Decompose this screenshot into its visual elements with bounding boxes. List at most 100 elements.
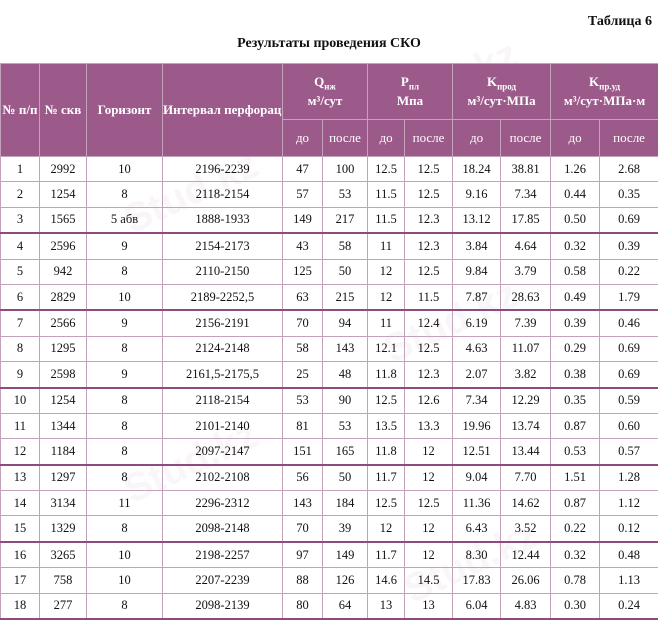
table-cell: 17.85 bbox=[501, 207, 551, 233]
header-k-spec-subscript: пр.уд bbox=[599, 82, 620, 92]
table-cell: 11.36 bbox=[453, 491, 501, 516]
table-cell: 12.5 bbox=[405, 491, 453, 516]
table-cell: 7.34 bbox=[453, 388, 501, 414]
table-cell: 1344 bbox=[40, 413, 87, 438]
table-cell: 3.82 bbox=[501, 362, 551, 388]
table-cell: 12 bbox=[368, 284, 405, 310]
table-cell: 2207-2239 bbox=[163, 568, 283, 593]
table-cell: 5 абв bbox=[87, 207, 163, 233]
header-q-unit: м³/сут bbox=[308, 93, 343, 108]
table-cell: 0.48 bbox=[600, 542, 658, 568]
table-cell: 1.12 bbox=[600, 491, 658, 516]
table-cell: 2124-2148 bbox=[163, 336, 283, 361]
table-cell: 57 bbox=[283, 182, 323, 207]
table-cell: 12.3 bbox=[405, 233, 453, 259]
table-cell: 94 bbox=[323, 310, 368, 336]
table-cell: 12.51 bbox=[453, 439, 501, 465]
table-cell: 26.06 bbox=[501, 568, 551, 593]
table-row: 10125482118-2154539012.512.67.3412.290.3… bbox=[1, 388, 658, 414]
table-cell: 143 bbox=[323, 336, 368, 361]
table-cell: 13 bbox=[1, 465, 40, 491]
table-cell: 0.39 bbox=[600, 233, 658, 259]
table-cell: 12 bbox=[405, 516, 453, 542]
table-cell: 18.24 bbox=[453, 157, 501, 182]
table-cell: 2829 bbox=[40, 284, 87, 310]
table-cell: 0.78 bbox=[551, 568, 600, 593]
table-cell: 3.84 bbox=[453, 233, 501, 259]
header-k-spec-before: до bbox=[551, 120, 600, 157]
table-cell: 215 bbox=[323, 284, 368, 310]
table-cell: 53 bbox=[283, 388, 323, 414]
table-cell: 13.3 bbox=[405, 413, 453, 438]
table-cell: 2110-2150 bbox=[163, 259, 283, 284]
table-cell: 0.60 bbox=[600, 413, 658, 438]
table-cell: 13 bbox=[405, 593, 453, 619]
table-row: 163265102198-22579714911.7128.3012.440.3… bbox=[1, 542, 658, 568]
header-p-symbol: P bbox=[401, 74, 409, 89]
table-cell: 217 bbox=[323, 207, 368, 233]
table-cell: 2156-2191 bbox=[163, 310, 283, 336]
table-cell: 2118-2154 bbox=[163, 182, 283, 207]
table-cell: 0.59 bbox=[600, 388, 658, 414]
table-cell: 58 bbox=[323, 233, 368, 259]
table-cell: 6.19 bbox=[453, 310, 501, 336]
table-cell: 2154-2173 bbox=[163, 233, 283, 259]
table-cell: 149 bbox=[323, 542, 368, 568]
table-cell: 2.68 bbox=[600, 157, 658, 182]
table-cell: 17.83 bbox=[453, 568, 501, 593]
table-cell: 7 bbox=[1, 310, 40, 336]
table-cell: 97 bbox=[283, 542, 323, 568]
table-cell: 3134 bbox=[40, 491, 87, 516]
table-cell: 2566 bbox=[40, 310, 87, 336]
table-cell: 56 bbox=[283, 465, 323, 491]
table-cell: 8 bbox=[1, 336, 40, 361]
table-cell: 126 bbox=[323, 568, 368, 593]
table-row: 8129582124-21485814312.112.54.6311.070.2… bbox=[1, 336, 658, 361]
header-k-prod-unit: м³/сут·МПа bbox=[468, 93, 536, 108]
table-cell: 90 bbox=[323, 388, 368, 414]
header-num: № п/п bbox=[1, 64, 40, 157]
table-cell: 28.63 bbox=[501, 284, 551, 310]
table-cell: 9 bbox=[87, 310, 163, 336]
table-cell: 0.39 bbox=[551, 310, 600, 336]
table-cell: 1254 bbox=[40, 388, 87, 414]
table-row: 1827782098-2139806413136.044.830.300.24 bbox=[1, 593, 658, 619]
table-cell: 53 bbox=[323, 413, 368, 438]
table-cell: 942 bbox=[40, 259, 87, 284]
table-cell: 18 bbox=[1, 593, 40, 619]
table-cell: 11 bbox=[87, 491, 163, 516]
table-cell: 12.5 bbox=[368, 388, 405, 414]
table-cell: 0.69 bbox=[600, 336, 658, 361]
table-cell: 12.5 bbox=[405, 336, 453, 361]
table-cell: 1297 bbox=[40, 465, 87, 491]
table-cell: 1565 bbox=[40, 207, 87, 233]
table-cell: 2 bbox=[1, 182, 40, 207]
table-cell: 11.07 bbox=[501, 336, 551, 361]
header-p: Pпл Мпа bbox=[368, 64, 453, 120]
table-cell: 0.44 bbox=[551, 182, 600, 207]
table-cell: 10 bbox=[87, 568, 163, 593]
table-cell: 0.69 bbox=[600, 207, 658, 233]
header-k-spec-unit: м³/сут·МПа·м bbox=[564, 93, 645, 108]
table-cell: 11.7 bbox=[368, 542, 405, 568]
table-cell: 19.96 bbox=[453, 413, 501, 438]
table-cell: 8 bbox=[87, 593, 163, 619]
table-cell: 1.51 bbox=[551, 465, 600, 491]
table-cell: 8 bbox=[87, 516, 163, 542]
header-k-spec: Kпр.уд м³/сут·МПа·м bbox=[551, 64, 658, 120]
header-k-spec-symbol: K bbox=[589, 74, 599, 89]
table-cell: 9 bbox=[87, 362, 163, 388]
table-cell: 12.6 bbox=[405, 388, 453, 414]
table-cell: 13.74 bbox=[501, 413, 551, 438]
table-row: 4259692154-217343581112.33.844.640.320.3… bbox=[1, 233, 658, 259]
table-cell: 3 bbox=[1, 207, 40, 233]
table-cell: 3265 bbox=[40, 542, 87, 568]
table-cell: 6 bbox=[1, 284, 40, 310]
table-cell: 2198-2257 bbox=[163, 542, 283, 568]
table-cell: 277 bbox=[40, 593, 87, 619]
table-cell: 11 bbox=[368, 310, 405, 336]
table-cell: 0.22 bbox=[600, 259, 658, 284]
table-cell: 0.58 bbox=[551, 259, 600, 284]
table-cell: 0.32 bbox=[551, 542, 600, 568]
table-cell: 11.8 bbox=[368, 362, 405, 388]
